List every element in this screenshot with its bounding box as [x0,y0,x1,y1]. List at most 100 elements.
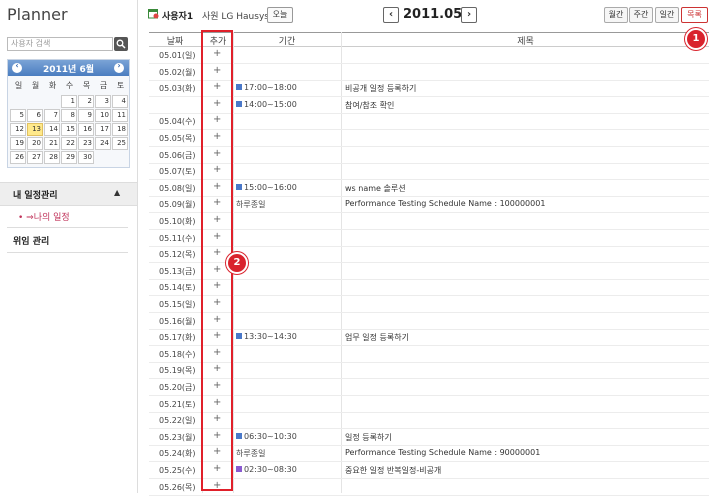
calendar-day[interactable]: 15 [61,123,77,136]
user-name: 사용자1 [162,12,194,22]
calendar-day[interactable]: 22 [61,137,77,150]
row-period-text: 02:30~08:30 [244,465,297,474]
prev-month-button[interactable]: ‹ [383,7,399,23]
view-month-button[interactable]: 월간 [604,7,628,23]
row-date: 05.04(수) [159,117,196,127]
header-period: 기간 [278,37,296,47]
table-row: 05.02(월) + [149,64,709,81]
calendar-day[interactable]: 25 [112,137,128,150]
table-row: 05.01(일) + [149,47,709,64]
calendar-day[interactable]: 28 [44,151,60,164]
calendar-day[interactable]: 29 [61,151,77,164]
header-date: 날짜 [166,37,184,47]
table-row: +14:00~15:00 참여/참조 확인 [149,97,709,114]
table-row: 05.21(토) + [149,396,709,413]
row-subject[interactable]: 업무 일정 등록하기 [345,332,409,343]
calendar-day[interactable]: 12 [10,123,26,136]
row-subject[interactable]: 참여/참조 확인 [345,100,394,111]
row-date: 05.21(토) [159,399,196,409]
calendar-day[interactable]: 11 [112,109,128,122]
table-row: 05.10(화) + [149,213,709,230]
table-row: 05.18(수) + [149,346,709,363]
row-date: 05.18(수) [159,349,196,359]
event-color-marker [236,100,242,107]
calendar-day[interactable]: 16 [78,123,94,136]
row-date: 05.15(일) [159,300,196,309]
row-date: 05.13(금) [159,266,196,276]
row-period-text: 13:30~14:30 [244,332,297,342]
table-row: 05.03(화) +17:00~18:00 비공개 일정 등록하기 [149,80,709,98]
menu-delegation[interactable]: 위임 관리 [13,234,49,247]
calendar-day[interactable]: 5 [10,109,26,122]
table-row: 05.07(토) + [149,163,709,181]
calendar-day[interactable]: 10 [95,109,111,122]
calendar-day[interactable]: 27 [27,151,43,164]
next-month-button[interactable]: › [461,7,477,23]
calendar-day[interactable]: 19 [10,137,26,150]
calendar-day[interactable]: 1 [61,95,77,108]
row-date: 05.14(토) [159,283,196,293]
row-period: 15:00~16:00 [236,183,297,192]
search-input[interactable]: 사용자 검색 [7,37,113,51]
calendar-next-button[interactable]: › [114,61,124,73]
row-date: 05.23(월) [159,432,196,442]
divider [7,227,128,228]
calendar-day[interactable]: 21 [44,137,60,150]
row-period-text: 06:30~10:30 [244,431,297,441]
caret-up-icon: ▲ [114,188,121,197]
calendar-day[interactable]: 20 [27,137,43,150]
search-button[interactable] [114,37,128,51]
calendar-day[interactable]: 13 [27,123,43,136]
menu-my-schedule[interactable]: 내 일정관리 ▲ [0,182,137,206]
view-list-button[interactable]: 목록 [681,7,708,23]
row-subject[interactable]: ws name 솔루션 [345,183,406,194]
calendar-day[interactable]: 26 [10,151,26,164]
row-subject[interactable]: Performance Testing Schedule Name : 1000… [345,199,545,208]
calendar-day[interactable]: 2 [78,95,94,108]
weekday-label: 금 [99,81,108,90]
calendar-day[interactable]: 17 [95,123,111,136]
calendar-day[interactable]: 8 [61,109,77,122]
calendar-day[interactable]: 3 [95,95,111,108]
sidebar: Planner 사용자 검색 ‹ 2011년 6월 › 일월화수목금토12345… [0,0,138,493]
row-period: 17:00~18:00 [236,83,297,92]
row-subject[interactable]: Performance Testing Schedule Name : 9000… [345,448,540,457]
current-month: 2011.05 [403,7,463,22]
calendar-day[interactable]: 14 [44,123,60,136]
row-period-text: 하루종일 [236,200,266,210]
calendar-day[interactable]: 9 [78,109,94,122]
search-icon [116,39,126,49]
calendar-day[interactable]: 23 [78,137,94,150]
chevron-right-icon: › [117,61,121,70]
header-subject: 제목 [517,37,534,47]
table-row: 05.06(금) + [149,147,709,164]
calendar-day[interactable]: 4 [112,95,128,108]
row-subject[interactable]: 중요한 일정 반복일정-비공개 [345,465,441,476]
row-period: 13:30~14:30 [236,332,297,341]
row-date: 05.09(월) [159,200,196,210]
row-subject[interactable]: 비공개 일정 등록하기 [345,83,416,94]
event-color-marker [236,84,242,91]
today-button[interactable]: 오늘 [267,7,293,23]
table-row: 05.08(일) +15:00~16:00 ws name 솔루션 [149,180,709,197]
view-day-button[interactable]: 일간 [655,7,679,23]
table-row: 05.15(일) + [149,296,709,313]
row-subject[interactable]: 일정 등록하기 [345,432,392,443]
view-week-button[interactable]: 주간 [629,7,653,23]
row-date: 05.10(화) [159,217,196,226]
submenu-my-schedule[interactable]: • ⇒나의 일정 [18,210,70,223]
calendar-day[interactable]: 7 [44,109,60,122]
calendar-day[interactable]: 6 [27,109,43,122]
chevron-right-icon: › [466,9,472,20]
row-date: 05.05(목) [159,134,196,143]
row-date: 05.22(일) [159,416,196,426]
row-date: 05.25(수) [159,466,196,475]
calendar-day[interactable]: 30 [78,151,94,164]
table-row: 05.19(목) + [149,362,709,380]
table-row: 05.25(수) +02:30~08:30 중요한 일정 반복일정-비공개 [149,462,709,479]
calendar-day[interactable]: 24 [95,137,111,150]
menu-my-schedule-label: 내 일정관리 [13,191,58,201]
calendar-day[interactable]: 18 [112,123,128,136]
calendar-title: 2011년 6월 [42,65,94,75]
app-title: Planner [7,5,68,24]
